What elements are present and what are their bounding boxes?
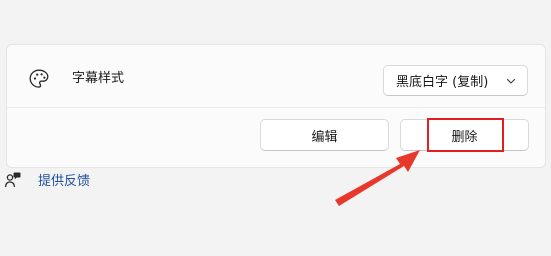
feedback-icon <box>4 171 22 189</box>
delete-button[interactable]: 删除 <box>400 119 529 151</box>
card-divider <box>7 107 545 108</box>
caption-style-card: 字幕样式 黑底白字 (复制) 编辑 删除 <box>6 44 546 168</box>
edit-button[interactable]: 编辑 <box>260 119 389 151</box>
caption-style-dropdown-value: 黑底白字 (复制) <box>396 75 489 90</box>
feedback-label: 提供反馈 <box>38 174 91 189</box>
caption-style-dropdown[interactable]: 黑底白字 (复制) <box>383 65 528 96</box>
caption-style-label: 字幕样式 <box>72 71 125 86</box>
chevron-down-icon <box>505 75 517 87</box>
edit-button-label: 编辑 <box>311 129 338 145</box>
feedback-link[interactable]: 提供反馈 <box>4 170 90 189</box>
delete-button-label: 删除 <box>451 129 478 145</box>
palette-icon <box>27 67 51 91</box>
